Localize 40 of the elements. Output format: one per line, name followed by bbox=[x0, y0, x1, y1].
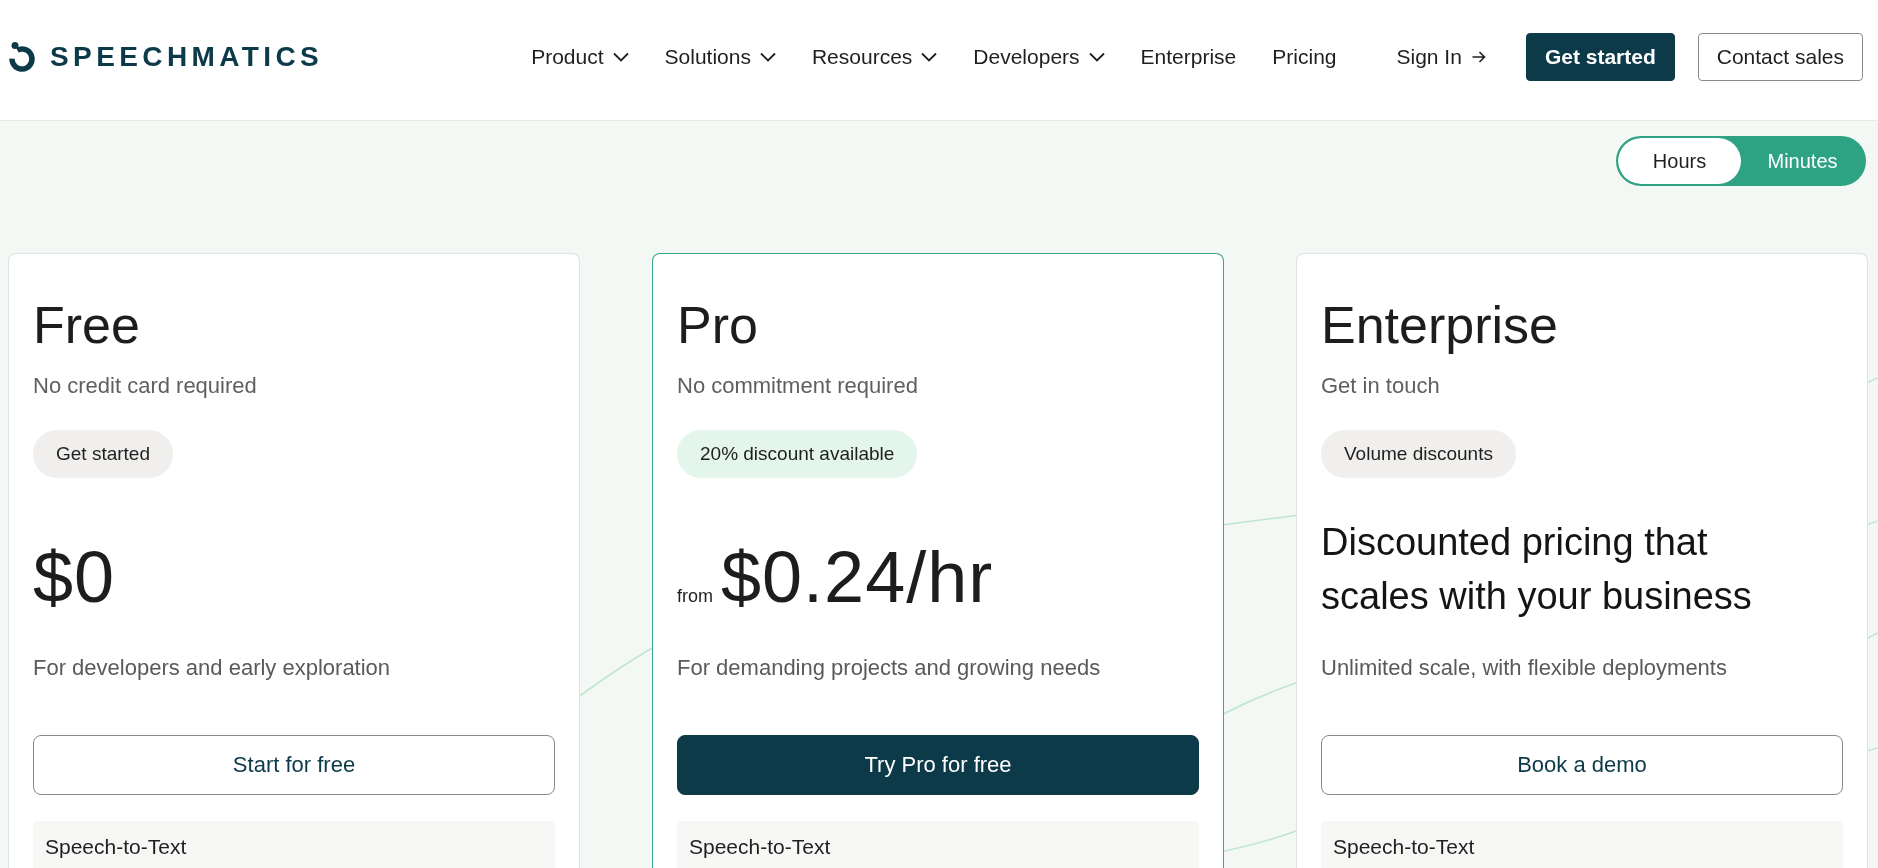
nav-menu-item[interactable]: Resources bbox=[811, 45, 938, 69]
plan-tag: Get started bbox=[33, 430, 173, 478]
chevron-down-icon bbox=[612, 52, 629, 62]
nav-menu-item[interactable]: Product bbox=[531, 45, 629, 69]
plan-description: For developers and early exploration bbox=[33, 654, 391, 682]
nav-menu-item[interactable]: Solutions bbox=[664, 45, 776, 69]
feature-section-header: Speech-to-Text bbox=[33, 821, 555, 868]
plan-subtitle: No commitment required bbox=[677, 372, 918, 400]
plan-tag: 20% discount available bbox=[677, 430, 918, 478]
get-started-button[interactable]: Get started bbox=[1525, 33, 1675, 81]
feature-section-header: Speech-to-Text bbox=[677, 821, 1199, 868]
plan-name: Pro bbox=[677, 295, 758, 356]
feature-section-header: Speech-to-Text bbox=[1321, 821, 1843, 868]
chevron-down-icon bbox=[759, 52, 776, 62]
nav-link[interactable]: Enterprise bbox=[1140, 45, 1237, 69]
price-amount: $0.24/hr bbox=[721, 536, 994, 619]
plan-subtitle: No credit card required bbox=[33, 372, 257, 400]
sign-in-link[interactable]: Sign In bbox=[1396, 45, 1486, 69]
ring-logo-icon bbox=[8, 41, 36, 73]
nav-menu-item[interactable]: Developers bbox=[973, 45, 1105, 69]
chevron-down-icon bbox=[1088, 52, 1105, 62]
chevron-down-icon bbox=[921, 52, 938, 62]
contact-sales-button[interactable]: Contact sales bbox=[1697, 33, 1863, 81]
unit-toggle[interactable]: Hours Minutes bbox=[1616, 136, 1866, 186]
plan-cta-button[interactable]: Book a demo bbox=[1321, 735, 1843, 795]
nav-link[interactable]: Pricing bbox=[1272, 45, 1337, 69]
plan-subtitle: Get in touch bbox=[1321, 372, 1440, 400]
plan-tag: Volume discounts bbox=[1321, 430, 1516, 478]
plan-description: Unlimited scale, with flexible deployments bbox=[1321, 654, 1727, 682]
plan-description: For demanding projects and growing needs bbox=[677, 654, 1101, 682]
arrow-right-icon bbox=[1471, 51, 1486, 63]
pricing-headline: Discounted pricing that scales with your business bbox=[1321, 520, 1753, 619]
plan-name: Free bbox=[33, 295, 140, 356]
logo-link[interactable]: SPEECHMATICS bbox=[8, 41, 324, 73]
plan-cta-button[interactable]: Start for free bbox=[33, 735, 555, 795]
plan-name: Enterprise bbox=[1321, 295, 1558, 356]
price-amount: $0 bbox=[33, 536, 116, 619]
price-prefix: from bbox=[677, 586, 713, 607]
plan-cta-button[interactable]: Try Pro for free bbox=[677, 735, 1199, 795]
toggle-option[interactable]: Hours bbox=[1618, 138, 1741, 184]
